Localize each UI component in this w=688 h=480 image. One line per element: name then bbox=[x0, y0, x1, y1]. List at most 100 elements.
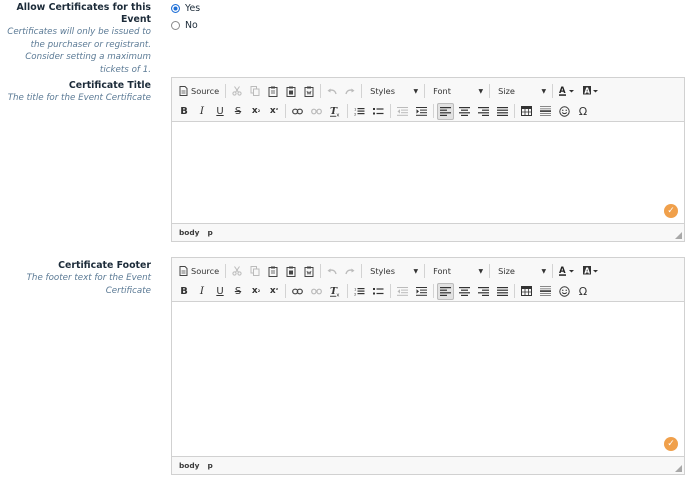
font-dropdown[interactable]: Font ▼ bbox=[428, 263, 486, 279]
radio-no[interactable]: No bbox=[171, 20, 198, 31]
align-right-button[interactable] bbox=[475, 103, 492, 120]
text-color-button[interactable]: A bbox=[556, 83, 578, 100]
numbered-list-button[interactable]: 12 bbox=[351, 103, 368, 120]
paste-button[interactable] bbox=[265, 83, 281, 100]
font-dropdown-label: Font bbox=[433, 86, 451, 96]
undo-button[interactable] bbox=[324, 263, 340, 280]
unlink-icon bbox=[311, 288, 322, 294]
allow-certificates-label-group: Allow Certificates for this Event Certif… bbox=[0, 2, 151, 76]
clear-format-icon: Tx bbox=[330, 286, 340, 297]
bold-button[interactable]: B bbox=[176, 283, 192, 300]
certificate-title-text-area[interactable]: ✓ bbox=[172, 122, 684, 224]
editor-toolbar: Source Styles ▼ Font ▼ Size ▼ A A B I U … bbox=[172, 258, 684, 302]
remove-format-button[interactable]: Tx bbox=[327, 283, 344, 300]
text-color-button[interactable]: A bbox=[556, 263, 578, 280]
cut-button[interactable] bbox=[229, 263, 245, 280]
toolbar-separator bbox=[361, 264, 363, 278]
radio-yes[interactable]: Yes bbox=[171, 3, 200, 14]
copy-button[interactable] bbox=[247, 263, 263, 280]
outdent-button[interactable] bbox=[394, 283, 411, 300]
paste-text-button[interactable] bbox=[283, 263, 299, 280]
superscript-mark: ² bbox=[275, 288, 279, 294]
unlink-button[interactable] bbox=[308, 103, 325, 120]
copy-button[interactable] bbox=[247, 83, 263, 100]
align-right-button[interactable] bbox=[475, 283, 492, 300]
path-p[interactable]: p bbox=[207, 228, 212, 237]
radio-no-control[interactable] bbox=[171, 21, 180, 30]
toolbar-separator bbox=[285, 284, 286, 298]
undo-button[interactable] bbox=[324, 83, 340, 100]
underline-button[interactable]: U bbox=[212, 283, 228, 300]
underline-button[interactable]: U bbox=[212, 103, 228, 120]
redo-button[interactable] bbox=[342, 263, 358, 280]
paste-text-button[interactable] bbox=[283, 83, 299, 100]
size-dropdown[interactable]: Size ▼ bbox=[493, 263, 549, 279]
font-dropdown[interactable]: Font ▼ bbox=[428, 83, 486, 99]
special-char-button[interactable]: Ω bbox=[575, 103, 591, 120]
spellcheck-badge[interactable]: ✓ bbox=[664, 204, 678, 218]
allow-certificates-title: Allow Certificates for this Event bbox=[16, 2, 151, 25]
superscript-button[interactable]: x² bbox=[266, 283, 282, 300]
outdent-button[interactable] bbox=[394, 103, 411, 120]
justify-button[interactable] bbox=[494, 283, 511, 300]
unlink-button[interactable] bbox=[308, 283, 325, 300]
italic-button[interactable]: I bbox=[194, 103, 210, 120]
spellcheck-badge[interactable]: ✓ bbox=[664, 437, 678, 451]
cut-button[interactable] bbox=[229, 83, 245, 100]
subscript-button[interactable]: x₂ bbox=[248, 283, 264, 300]
align-center-button[interactable] bbox=[456, 283, 473, 300]
styles-dropdown[interactable]: Styles ▼ bbox=[365, 83, 421, 99]
source-button[interactable]: Source bbox=[176, 263, 222, 280]
subscript-button[interactable]: x₂ bbox=[248, 103, 264, 120]
chevron-down-icon: ▼ bbox=[478, 267, 484, 275]
smiley-button[interactable] bbox=[556, 283, 573, 300]
path-body[interactable]: body bbox=[179, 461, 199, 470]
italic-button[interactable]: I bbox=[194, 283, 210, 300]
horizontal-rule-button[interactable] bbox=[537, 283, 554, 300]
align-left-button[interactable] bbox=[437, 102, 454, 120]
justify-button[interactable] bbox=[494, 103, 511, 120]
indent-button[interactable] bbox=[413, 103, 430, 120]
table-button[interactable] bbox=[518, 103, 535, 120]
align-left-button[interactable] bbox=[437, 282, 454, 300]
align-left-icon bbox=[440, 106, 451, 116]
source-button[interactable]: Source bbox=[176, 83, 222, 100]
resize-grip-icon[interactable] bbox=[675, 232, 682, 239]
size-dropdown[interactable]: Size ▼ bbox=[493, 83, 549, 99]
clear-format-icon: Tx bbox=[330, 106, 340, 117]
superscript-button[interactable]: x² bbox=[266, 103, 282, 120]
special-char-button[interactable]: Ω bbox=[575, 283, 591, 300]
paste-word-button[interactable] bbox=[301, 83, 317, 100]
paste-word-button[interactable] bbox=[301, 263, 317, 280]
paste-button[interactable] bbox=[265, 263, 281, 280]
bold-button[interactable]: B bbox=[176, 103, 192, 120]
link-button[interactable] bbox=[289, 103, 306, 120]
link-button[interactable] bbox=[289, 283, 306, 300]
align-center-button[interactable] bbox=[456, 103, 473, 120]
table-button[interactable] bbox=[518, 283, 535, 300]
source-document-icon bbox=[179, 86, 188, 96]
path-p[interactable]: p bbox=[207, 461, 212, 470]
styles-dropdown[interactable]: Styles ▼ bbox=[365, 263, 421, 279]
bulleted-list-button[interactable] bbox=[370, 283, 387, 300]
toolbar-separator bbox=[320, 264, 322, 278]
indent-button[interactable] bbox=[413, 283, 430, 300]
strikethrough-button[interactable]: S bbox=[230, 283, 246, 300]
chevron-down-icon: ▼ bbox=[541, 87, 547, 95]
background-color-button[interactable]: A bbox=[580, 83, 602, 100]
certificate-footer-text-area[interactable]: ✓ bbox=[172, 302, 684, 457]
horizontal-rule-button[interactable] bbox=[537, 103, 554, 120]
smiley-button[interactable] bbox=[556, 103, 573, 120]
path-body[interactable]: body bbox=[179, 228, 199, 237]
strikethrough-button[interactable]: S bbox=[230, 103, 246, 120]
remove-format-button[interactable]: Tx bbox=[327, 103, 344, 120]
radio-yes-control[interactable] bbox=[171, 4, 180, 13]
redo-button[interactable] bbox=[342, 83, 358, 100]
clipboard-word-icon bbox=[304, 86, 314, 97]
numbered-list-button[interactable]: 12 bbox=[351, 283, 368, 300]
chevron-down-icon: ▼ bbox=[413, 267, 419, 275]
resize-grip-icon[interactable] bbox=[675, 465, 682, 472]
background-color-button[interactable]: A bbox=[580, 263, 602, 280]
align-center-icon bbox=[459, 106, 470, 116]
bulleted-list-button[interactable] bbox=[370, 103, 387, 120]
